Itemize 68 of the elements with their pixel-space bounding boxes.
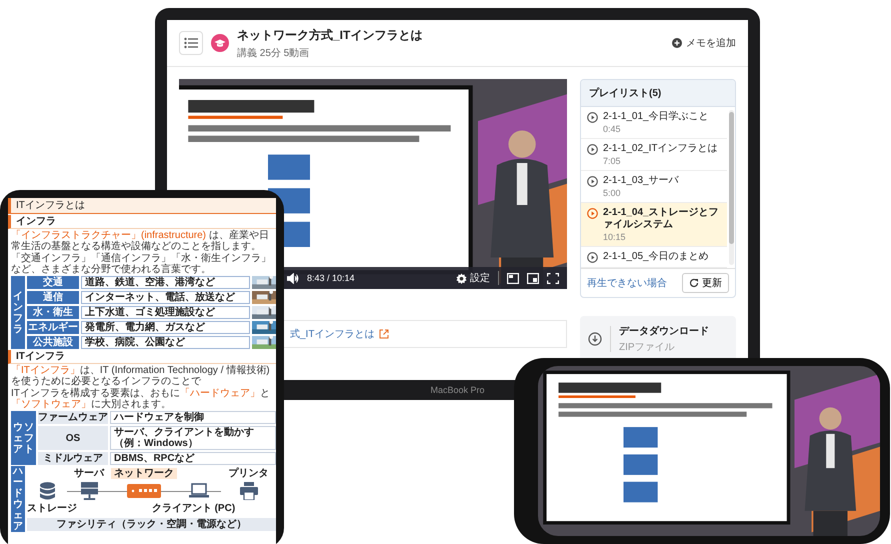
play-icon: [587, 176, 598, 187]
server-icon: [80, 482, 98, 501]
menu-icon: [184, 37, 198, 49]
play-icon: [587, 208, 598, 219]
group-label: インフラ: [11, 276, 25, 349]
category-description: 学校、病院、公園など: [81, 336, 250, 349]
category-name: 公共施設: [27, 336, 79, 349]
category-name: 水・衛生: [27, 306, 79, 319]
component-description: サーバ、クライアントを動かす（例：Windows）: [110, 426, 276, 450]
add-memo-button[interactable]: メモを追加: [672, 36, 736, 50]
group-label: ハードウェア: [11, 466, 25, 532]
brand-label: MacBook Pro: [430, 385, 485, 395]
section-heading: ITインフラ: [8, 350, 276, 364]
refresh-icon: [689, 278, 699, 288]
paragraph: ITインフラを構成する要素は、おもに「ハードウェア」と「ソフトウェア」に大別されます。: [11, 388, 271, 410]
laptop-icon: [189, 483, 209, 500]
component-name: ファームウェア: [38, 411, 108, 424]
diagram-label: クライアント (PC): [150, 503, 236, 514]
lecture-link[interactable]: 式_ITインフラとは: [290, 327, 374, 341]
router-icon: [127, 484, 161, 498]
diagram-label: ネットワーク: [111, 468, 177, 480]
menu-button[interactable]: [179, 31, 203, 55]
category-name: 通信: [27, 291, 79, 304]
playlist-item[interactable]: 2-1-1_02_ITインフラとは 7:05: [581, 139, 727, 171]
category-description: インターネット、電話、放送など: [81, 291, 250, 304]
playlist-item[interactable]: 2-1-1_01_今日学ぶこと 0:45: [581, 107, 727, 139]
scrollbar[interactable]: [729, 110, 734, 265]
diagram-label: プリンタ: [228, 468, 270, 480]
play-icon: [587, 112, 598, 123]
playlist-title: プレイリスト(5): [581, 80, 735, 107]
component-name: ミドルウェア: [38, 452, 108, 465]
item-title: 2-1-1_01_今日学ぶこと: [603, 111, 709, 123]
lecture-title: ネットワーク方式_ITインフラとは: [237, 26, 424, 44]
playlist-item[interactable]: 2-1-1_04_ストレージとファイルシステム 10:15: [581, 203, 727, 247]
group-label: ウェア ソフト: [11, 411, 36, 465]
category-description: 上下水道、ゴミ処理施設など: [81, 306, 250, 319]
logo-icon: [211, 34, 229, 52]
download-subtitle: ZIPファイル: [619, 341, 676, 354]
playlist-item[interactable]: 2-1-1_05_今日のまとめ: [581, 247, 727, 268]
add-icon: [672, 38, 682, 48]
item-title: 2-1-1_02_ITインフラとは: [603, 143, 718, 155]
item-duration: 5:00: [603, 188, 622, 198]
component-description: ハードウェアを制御: [110, 411, 276, 424]
item-title: 2-1-1_05_今日のまとめ: [603, 251, 709, 263]
category-description: 発電所、電力網、ガスなど: [81, 321, 250, 334]
diagram-label: サーバ: [73, 468, 106, 480]
external-link-icon[interactable]: [379, 329, 390, 339]
printer-icon: [240, 482, 258, 500]
item-title: 2-1-1_04_ストレージとファイルシステム: [603, 207, 720, 231]
refresh-button[interactable]: 更新: [682, 273, 729, 293]
database-icon: [40, 482, 54, 501]
download-title: データダウンロード: [619, 324, 709, 338]
item-title: 2-1-1_03_サーバ: [603, 175, 679, 187]
category-name: 交通: [27, 276, 79, 289]
lecture-meta: 講義 25分 5動画: [237, 46, 310, 60]
facility-bar: ファシリティ（ラック・空調・電源など）: [27, 518, 276, 531]
item-duration: 0:45: [603, 124, 622, 134]
item-duration: 10:15: [603, 232, 627, 242]
item-duration: 7:05: [603, 156, 622, 166]
component-description: DBMS、RPCなど: [110, 452, 276, 465]
component-name: OS: [38, 426, 108, 450]
category-name: エネルギー: [27, 321, 79, 334]
play-icon: [587, 144, 598, 155]
play-icon: [587, 252, 598, 263]
diagram-label: ストレージ: [27, 503, 78, 514]
help-link[interactable]: 再生できない場合: [587, 276, 667, 290]
paragraph: 「ITインフラ」は、IT (Information Technology / 情報技術) を使うために必要となるインフラのことで: [11, 365, 271, 387]
download-icon: [588, 332, 602, 346]
